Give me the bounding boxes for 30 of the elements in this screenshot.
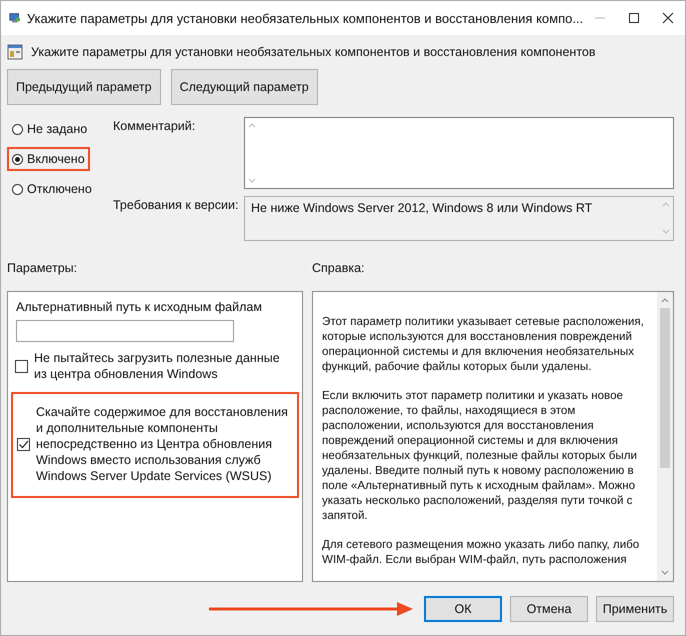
nav-button[interactable]: Следующий параметр [170, 69, 318, 105]
help-label: Справка: [312, 261, 365, 275]
radio-option[interactable]: Включено [7, 147, 90, 171]
scrollbar-icon [247, 121, 257, 185]
help-paragraph: Этот параметр политики указывает сетевые расположения, которые используются для восстановления повреждений операционной системы и для включения необязательных функций, рабочие файлы которых были удалены. [322, 314, 645, 374]
dialog-button[interactable]: Отмена [510, 596, 588, 622]
nav-button[interactable]: Предыдущий параметр [7, 69, 161, 105]
comment-label: Комментарий: [112, 118, 196, 135]
scrollbar[interactable] [657, 292, 673, 581]
help-paragraph: Для сетевого размещения можно указать либо папку, либо WIM-файл. Если выбран WIM-файл, путь расположения [322, 537, 640, 567]
dialog-button[interactable]: Применить [596, 596, 674, 622]
checkbox-option[interactable]: Не пытайтесь загрузить полезные данные из центра обновления Windows [11, 348, 299, 384]
policy-heading: Укажите параметры для установки необязательных компонентов и восстановления компонентов [31, 45, 596, 59]
dialog-button[interactable]: ОК [424, 596, 502, 622]
scrollbar-icon [661, 200, 671, 236]
options-label: Параметры: [7, 261, 78, 275]
scroll-up-icon[interactable] [660, 296, 670, 304]
version-text: Не ниже Windows Server 2012, Windows 8 или Windows RT [250, 200, 594, 217]
scroll-down-icon[interactable] [660, 569, 670, 577]
checkmark-icon [18, 438, 29, 450]
path-field[interactable] [16, 320, 234, 342]
path-label: Альтернативный путь к исходным файлам [15, 300, 263, 314]
help-paragraph: Если включить этот параметр политики и указать новое расположение, то файлы, находящиеся в этом расположении, используются для восстановления повреждений операционной системы и для включения необязательных функций, полезные файлы которых были удалены. Введите полный путь к новому расположению в поле «Альтернативный путь к исходным файлам». Можно указать несколько расположений, разделяя пути точкой с запятой. [322, 388, 638, 523]
radio-option[interactable]: Не задано [7, 117, 92, 141]
radio-option[interactable]: Отключено [7, 177, 97, 201]
version-label: Требования к версии: [112, 197, 240, 214]
comment-field[interactable] [244, 117, 674, 189]
checkbox-option[interactable]: Скачайте содержимое для восстановления и дополнительные компоненты непосредственно из Центра обновления Windows вместо использования служб Windows Server Update Services (WSUS) [11, 392, 299, 498]
window-title: Укажите параметры для установки необязательных компонентов и восстановления компо... [26, 10, 584, 26]
settings-page-icon [7, 44, 23, 60]
